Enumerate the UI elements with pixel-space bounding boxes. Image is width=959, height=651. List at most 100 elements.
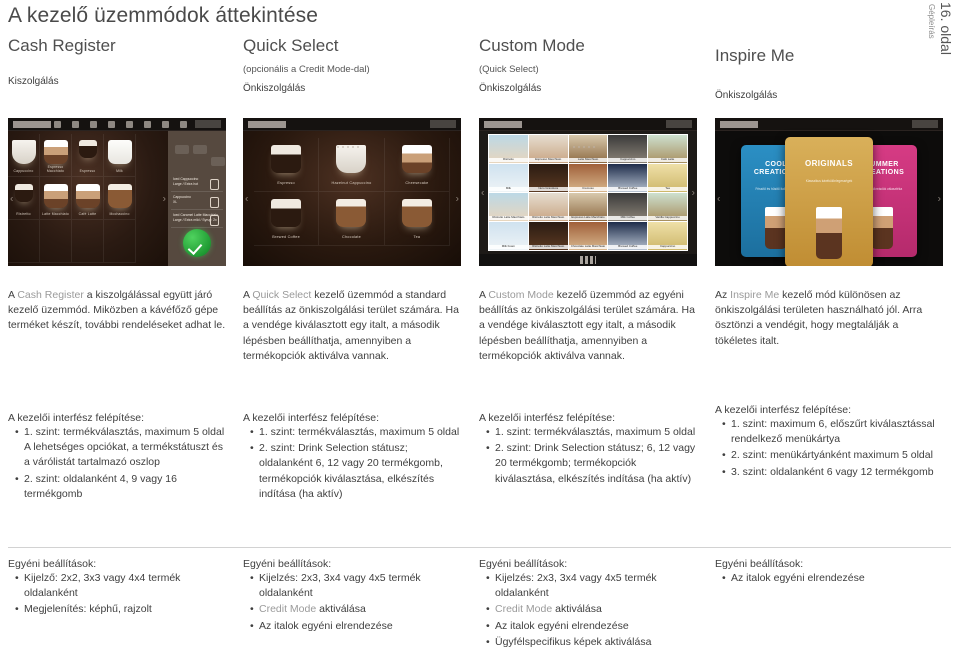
tile-label: Cappuccino [608,157,648,162]
list-item-text: aktiválása [316,603,366,616]
tile-label: Hazelnut Cappuccino [331,181,372,186]
structure-list: 1. szint: maximum 6, előszűrt kiválasztá… [715,417,943,480]
list-item: Kijelzés: 2x3, 3x4 vagy 4x5 termék oldal… [486,571,697,601]
clock-display [912,120,938,128]
desc-prefix: A [479,289,489,301]
mode-service-type: Önkiszolgálás [479,82,542,94]
menu-card-active[interactable]: ORIGINALS Klasszikus kávékülönlegességek [785,137,873,266]
description-text: A Quick Select kezelő üzemmód a standard… [243,288,461,364]
tile-label: Mochaccino [109,211,130,216]
prev-page-arrow-icon[interactable]: ‹ [245,193,248,204]
structure-title: A kezelői interfész felépítése: [243,412,379,424]
page-indicator-dots-top [571,135,605,148]
list-item: 1. szint: termékválasztás, maximum 5 old… [15,425,226,471]
structure-title: A kezelői interfész felépítése: [8,412,144,424]
prev-page-arrow-icon[interactable]: ‹ [10,193,13,204]
tile-label: Latte Macchiato [568,157,608,162]
list-item: 2. szint: Drink Selection státusz; 6, 12… [486,441,697,487]
page-title: A kezelő üzemmódok áttekintése [8,4,319,27]
tile-label: Tea [648,186,687,191]
menu-card-title: ORIGINALS [804,159,854,168]
order-item-options: Large / Extra hot [173,181,199,186]
check-icon[interactable] [183,229,211,257]
cup-icon [210,215,219,226]
cm-top-bar [479,118,697,131]
order-item[interactable]: Cappuccino XL [171,193,223,210]
tile-label: Tea [413,235,421,240]
list-item: Az italok egyéni elrendezése [486,619,697,634]
structure-custom-mode: A kezelői interfész felépítése: 1. szint… [479,412,697,488]
tile-label: Café Latte [648,157,687,162]
tile-label: Brewed Coffee [608,186,648,191]
prev-page-arrow-icon[interactable]: ‹ [481,187,484,198]
credit-mode-label: Credit Mode [259,603,317,616]
list-item: Kijelző: 2x2, 3x3 vagy 4x4 termék oldala… [15,571,226,601]
tile-label: Ristretto Latte Macchiato [489,215,528,220]
settings-list: Az italok egyéni elrendezése [715,571,943,586]
structure-title: A kezelői interfész felépítése: [479,412,615,424]
order-item[interactable]: Iced Cappuccino Large / Extra hot [171,175,223,192]
settings-title: Egyéni beállítások: [8,558,97,570]
cr-top-bar [8,118,226,131]
qs-top-bar [243,118,461,131]
prev-card-arrow-icon[interactable]: ‹ [717,193,720,204]
next-card-arrow-icon[interactable]: › [938,193,941,204]
description-cash-register: A Cash Register a kiszolgálással együtt … [8,288,226,334]
structure-title: A kezelői interfész felépítése: [715,404,851,416]
list-item: Credit Mode aktiválása [250,602,461,617]
desc-mode-name: Custom Mode [488,289,554,301]
tile-label: Chocolate Latte Macchiato [568,244,608,249]
cup-icon [210,179,219,190]
cm-bottom-bar [479,254,697,266]
description-text: Az Inspire Me kezelő mód különösen az ön… [715,288,943,349]
drink-illustration [816,207,842,259]
desc-prefix: A [8,289,18,301]
tile-label: Cappuccino [13,168,34,173]
tile-label: Vanilla Cappuccino [648,215,687,220]
tile-label: Latte Macchiato [42,211,69,216]
settings-list: Kijelzés: 2x3, 3x4 vagy 4x5 termék oldal… [479,571,697,650]
mode-name: Quick Select [243,36,339,55]
settings-custom-mode: Egyéni beállítások: Kijelzés: 2x3, 3x4 v… [479,558,697,651]
cr-order-sidebar: Iced Cappuccino Large / Extra hot Cappuc… [168,131,226,266]
mode-heading-cash-register: Cash Register Kiszolgálás [8,36,226,87]
next-page-arrow-icon[interactable]: › [163,193,166,204]
order-item[interactable]: Iced Caramel Latte Macchiato Large / Ext… [171,211,223,228]
structure-cash-register: A kezelői interfész felépítése: 1. szint… [8,412,226,503]
tile-label: Espresso Latte Macchiato [568,215,608,220]
tile-label: Cremoso [568,186,608,191]
mode-heading-custom-mode: Custom Mode (Quick Select) Önkiszolgálás [479,36,697,94]
cr-product-grid: Cappuccino Espresso Macchiato Espresso M… [8,131,168,266]
tile-label: Ristretto [489,157,528,162]
tile-label: Ristretto [16,211,31,216]
next-page-arrow-icon[interactable]: › [456,193,459,204]
page-indicator-dots[interactable] [580,256,596,264]
clock-display [195,120,221,128]
structure-inspire-me: A kezelői interfész felépítése: 1. szint… [715,404,943,481]
tile-label: Café Latte [78,211,97,216]
mode-service-type: Önkiszolgálás [243,82,306,94]
tile-label: Cappuccino [648,244,687,249]
list-item-text: aktiválása [552,603,602,616]
cm-product-grid: Ristretto Espresso Macchiato Latte Macch… [488,134,688,251]
tile-label: Nero Granduca [528,186,568,191]
list-item: Credit Mode aktiválása [486,602,697,617]
cm-body: Ristretto Espresso Macchiato Latte Macch… [479,131,697,254]
list-item: 2. szint: Drink Selection státusz; oldal… [250,441,461,502]
mode-heading-quick-select: Quick Select (opcionális a Credit Mode-d… [243,36,461,94]
tile-label: Milk Coffee [608,215,648,220]
next-page-arrow-icon[interactable]: › [692,187,695,198]
tile-label: Espresso [79,168,96,173]
list-item: 1. szint: maximum 6, előszűrt kiválasztá… [722,417,943,447]
brand-logo [484,121,522,128]
order-item-name: Cappuccino [173,195,191,199]
desc-mode-name: Inspire Me [730,289,780,301]
structure-quick-select: A kezelői interfész felépítése: 1. szint… [243,412,461,503]
settings-title: Egyéni beállítások: [243,558,332,570]
qs-product-grid: Espresso Hazelnut Cappuccino Cheesecake … [243,131,461,266]
list-item: Az italok egyéni elrendezése [250,619,461,634]
mode-subtitle: (Quick Select) [479,64,539,76]
tile-label: Milk Foam [489,244,528,249]
list-item: 1. szint: termékválasztás, maximum 5 old… [486,425,697,440]
cr-option-icons [171,133,225,166]
